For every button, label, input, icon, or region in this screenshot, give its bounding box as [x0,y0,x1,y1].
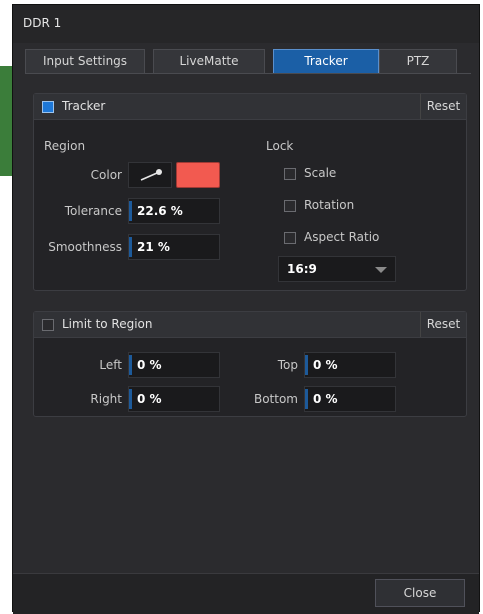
limit-enable-checkbox[interactable] [42,319,54,331]
tracker-enable-checkbox[interactable] [42,101,54,113]
limit-reset-button[interactable]: Reset [420,312,466,337]
limit-enable-label: Limit to Region [62,317,153,331]
color-picker-button[interactable] [128,162,172,188]
tolerance-label: Tolerance [64,204,122,218]
limit-panel: Limit to Region Reset Left 0 % Right 0 %… [33,311,467,417]
top-value: 0 % [313,358,338,372]
window-title: DDR 1 [23,16,62,30]
tab-input-settings[interactable]: Input Settings [25,49,145,73]
color-swatch[interactable] [176,162,220,188]
limit-panel-header: Limit to Region Reset [34,312,466,338]
bottom-field[interactable]: 0 % [304,386,396,412]
bottom-value: 0 % [313,392,338,406]
tracker-enable-label: Tracker [62,99,106,113]
lock-aspect-label: Aspect Ratio [304,230,380,244]
left-value: 0 % [137,358,162,372]
smoothness-value: 21 % [137,240,170,254]
smoothness-label: Smoothness [48,240,122,254]
aspect-ratio-value: 16:9 [287,262,317,276]
right-value: 0 % [137,392,162,406]
left-label: Left [99,358,122,372]
tab-ptz[interactable]: PTZ [379,49,457,73]
aspect-ratio-select[interactable]: 16:9 [278,256,396,282]
side-accent-strip [0,66,12,176]
top-label: Top [277,358,298,372]
tolerance-field[interactable]: 22.6 % [128,198,220,224]
right-field[interactable]: 0 % [128,386,220,412]
lock-aspect-checkbox[interactable] [284,232,296,244]
left-field[interactable]: 0 % [128,352,220,378]
color-label: Color [90,168,122,182]
lock-scale-label: Scale [304,166,337,180]
tolerance-slider-marker [129,201,132,221]
tracker-panel: Tracker Reset Region Color Tolerance 22.… [33,93,467,291]
bottom-slider-marker [305,389,308,409]
lock-rotation-checkbox[interactable] [284,200,296,212]
lock-heading: Lock [266,139,294,153]
tracker-reset-button[interactable]: Reset [420,94,466,119]
lock-scale-checkbox[interactable] [284,168,296,180]
region-heading: Region [44,139,86,153]
left-slider-marker [129,355,132,375]
lock-rotation-label: Rotation [304,198,355,212]
chevron-down-icon [375,267,387,273]
tracker-panel-header: Tracker Reset [34,94,466,120]
eyedropper-icon [140,169,162,181]
tolerance-value: 22.6 % [137,204,183,218]
top-slider-marker [305,355,308,375]
smoothness-slider-marker [129,237,132,257]
right-label: Right [90,392,122,406]
top-field[interactable]: 0 % [304,352,396,378]
tab-divider [25,73,471,74]
tab-tracker[interactable]: Tracker [273,49,379,73]
bottom-label: Bottom [253,392,298,406]
right-slider-marker [129,389,132,409]
smoothness-field[interactable]: 21 % [128,234,220,260]
dialog-window: DDR 1 Input Settings LiveMatte Tracker P… [12,4,480,614]
title-bar: DDR 1 [13,5,479,43]
close-button[interactable]: Close [375,579,465,607]
tab-livematte[interactable]: LiveMatte [153,49,265,73]
